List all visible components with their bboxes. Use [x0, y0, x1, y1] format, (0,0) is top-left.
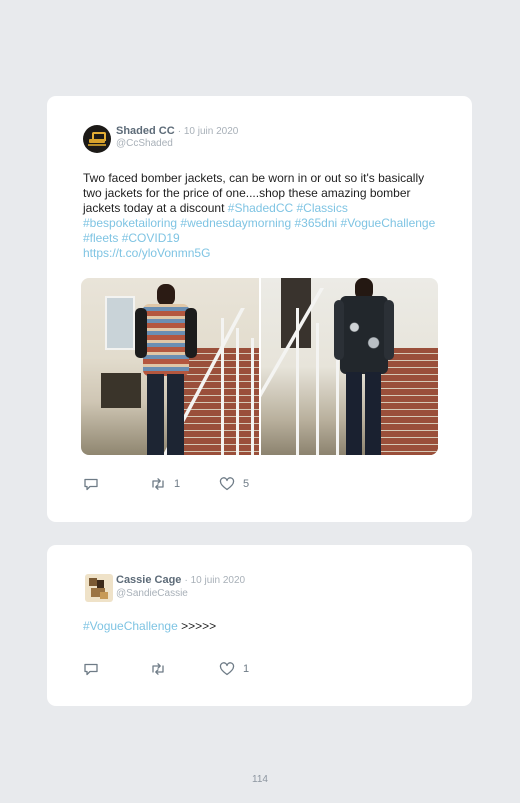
photo-right[interactable] [260, 278, 438, 455]
like-icon [219, 477, 235, 491]
like-count: 5 [243, 478, 250, 490]
tweet-date: · 10 juin 2020 [177, 126, 239, 137]
author-name[interactable]: Shaded CC [116, 125, 175, 137]
tweet-card: Cassie Cage · 10 juin 2020 @SandieCassie… [47, 545, 472, 706]
author-name[interactable]: Cassie Cage [116, 574, 181, 586]
reply-icon [84, 663, 98, 676]
tweet-media[interactable] [81, 278, 438, 455]
like-button[interactable]: 5 [219, 477, 249, 491]
hashtag[interactable]: #VogueChallenge [83, 619, 178, 633]
tweet-body: >>>>> [177, 619, 217, 633]
retweet-icon [152, 663, 164, 675]
tweet-text: Two faced bomber jackets, can be worn in… [83, 171, 438, 261]
like-button[interactable]: 1 [219, 662, 249, 676]
retweet-button[interactable]: 1 [150, 477, 180, 491]
author-handle[interactable]: @CcShaded [116, 138, 173, 149]
page-number: 114 [252, 774, 268, 785]
retweet-button[interactable] [150, 662, 166, 676]
photo-left[interactable] [81, 278, 259, 455]
tweet-link[interactable]: https://t.co/yloVonmn5G [83, 246, 210, 260]
avatar[interactable] [85, 574, 113, 602]
person-figure [135, 284, 197, 455]
reply-button[interactable] [83, 662, 99, 676]
retweet-icon [152, 478, 164, 490]
author-handle[interactable]: @SandieCassie [116, 588, 188, 599]
like-count: 1 [243, 663, 250, 675]
like-icon [219, 662, 235, 676]
tweet-text: #VogueChallenge >>>>> [83, 619, 438, 634]
person-figure [333, 278, 394, 455]
tweet-date: · 10 juin 2020 [184, 575, 246, 586]
reply-button[interactable] [83, 477, 99, 491]
avatar[interactable] [83, 125, 111, 153]
retweet-count: 1 [174, 478, 181, 490]
tweet-card: Shaded CC · 10 juin 2020 @CcShaded Two f… [47, 96, 472, 522]
reply-icon [84, 478, 98, 491]
